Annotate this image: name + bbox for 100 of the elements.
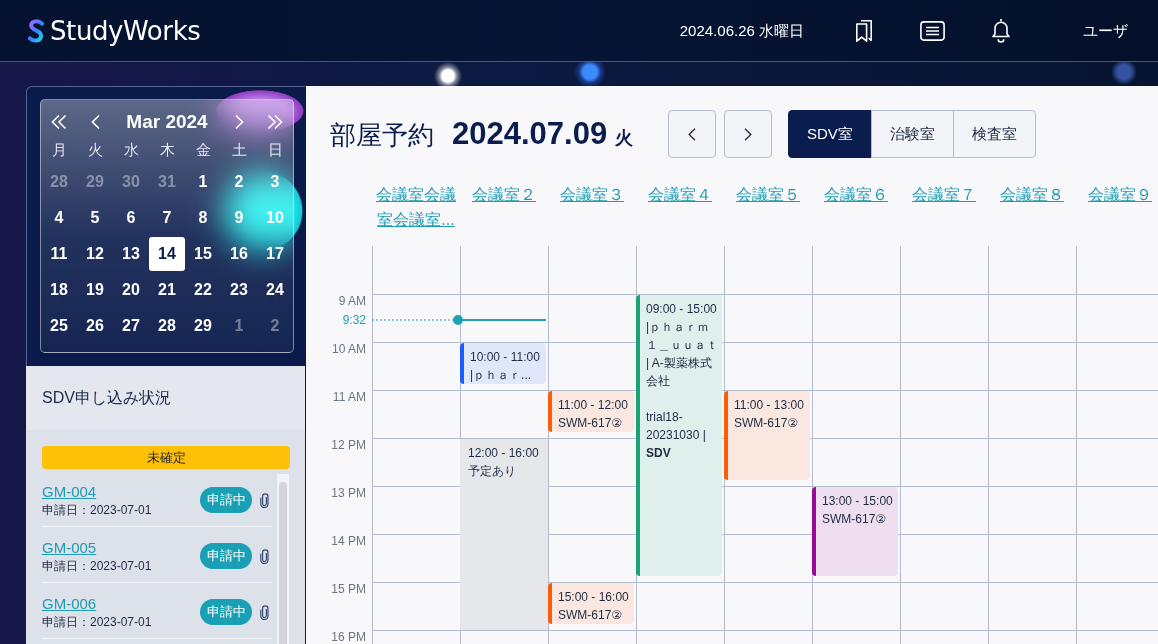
double-chevron-right-icon bbox=[267, 114, 283, 130]
event-time: 11:00 - 12:00 bbox=[558, 397, 628, 414]
hour-label: 10 AM bbox=[331, 343, 366, 355]
event-detail: SWM-617② bbox=[558, 415, 623, 432]
calendar-day[interactable]: 26 bbox=[77, 309, 113, 343]
message-icon bbox=[920, 20, 945, 41]
calendar-day[interactable]: 5 bbox=[77, 201, 113, 235]
bell-icon bbox=[990, 18, 1012, 43]
event-time: 13:00 - 15:00 bbox=[822, 493, 893, 510]
weekday-label: 水 bbox=[123, 140, 139, 160]
message-button[interactable] bbox=[920, 20, 945, 41]
event-detail: SWM-617② bbox=[558, 607, 623, 624]
busy-block[interactable]: 12:00 - 16:00 予定あり bbox=[460, 439, 548, 630]
status-pill: 申請中 bbox=[200, 543, 252, 569]
current-time-label: 9:32 bbox=[342, 313, 366, 326]
calendar-day[interactable]: 14 bbox=[149, 237, 185, 271]
event-detail: 予定あり bbox=[468, 463, 516, 480]
calendar-day[interactable]: 18 bbox=[41, 273, 77, 307]
event-time: 09:00 - 15:00 bbox=[646, 301, 717, 318]
event-block[interactable]: 13:00 - 15:00 SWM-617② bbox=[812, 487, 898, 576]
calendar-day[interactable]: 29 bbox=[185, 309, 221, 343]
calendar-day[interactable]: 20 bbox=[113, 273, 149, 307]
hour-label: 14 PM bbox=[331, 535, 366, 547]
brand-name: StudyWorks bbox=[50, 15, 201, 46]
weekday-label: 月 bbox=[51, 140, 67, 160]
hour-label: 13 PM bbox=[331, 487, 366, 499]
calendar-day[interactable]: 24 bbox=[257, 273, 293, 307]
event-time: 11:00 - 13:00 bbox=[734, 397, 804, 414]
event-block[interactable]: 09:00 - 15:00 |ｐｈａｒｍ１＿ｕｕａｔ | A-製薬株式会社 trial18-20231030 | SDV bbox=[636, 295, 722, 576]
calendar-day[interactable]: 23 bbox=[221, 273, 257, 307]
chevron-right-icon bbox=[744, 127, 752, 141]
paperclip-icon[interactable] bbox=[260, 548, 269, 564]
calendar-day[interactable]: 15 bbox=[185, 237, 221, 271]
weekday-label: 火 bbox=[87, 140, 103, 160]
schedule-weekday: 火 bbox=[615, 126, 634, 150]
event-detail: SWM-617② bbox=[822, 511, 887, 528]
user-menu[interactable]: ユーザ bbox=[1083, 21, 1128, 40]
calendar-day[interactable]: 28 bbox=[149, 309, 185, 343]
calendar-day[interactable]: 11 bbox=[41, 237, 77, 271]
application-date: 申請日：2023-07-01 bbox=[42, 615, 152, 629]
calendar-day[interactable]: 8 bbox=[185, 201, 221, 235]
hour-label: 12 PM bbox=[331, 439, 366, 451]
calendar-day[interactable]: 1 bbox=[221, 309, 257, 343]
calendar-day[interactable]: 4 bbox=[41, 201, 77, 235]
notification-button[interactable] bbox=[990, 18, 1012, 43]
page-title: 部屋予約 bbox=[330, 118, 434, 152]
room-type-tab[interactable]: 治験室 bbox=[870, 110, 954, 158]
paperclip-icon[interactable] bbox=[260, 492, 269, 508]
month-title: Mar 2024 bbox=[126, 110, 208, 134]
room-type-tab[interactable]: 検査室 bbox=[952, 110, 1036, 158]
event-time: 10:00 - 11:00 bbox=[470, 349, 540, 366]
bookmarks-icon bbox=[855, 18, 873, 43]
chevron-right-icon bbox=[234, 114, 244, 130]
event-block[interactable]: 15:00 - 16:00 SWM-617② bbox=[548, 583, 634, 624]
group-badge: 未確定 bbox=[42, 446, 290, 469]
calendar-day[interactable]: 13 bbox=[113, 237, 149, 271]
weekday-label: 日 bbox=[267, 140, 283, 160]
hour-label: 11 AM bbox=[332, 391, 366, 403]
bookmarks-button[interactable] bbox=[855, 18, 873, 43]
calendar-day[interactable]: 2 bbox=[257, 309, 293, 343]
application-date: 申請日：2023-07-01 bbox=[42, 503, 152, 517]
calendar-day[interactable]: 27 bbox=[113, 309, 149, 343]
chevron-left-icon bbox=[688, 127, 696, 141]
scrollbar[interactable] bbox=[277, 474, 289, 644]
calendar-day[interactable]: 2 bbox=[221, 165, 257, 199]
room-type-tab[interactable]: SDV室 bbox=[788, 110, 872, 158]
paperclip-icon[interactable] bbox=[260, 604, 269, 620]
calendar-day[interactable]: 6 bbox=[113, 201, 149, 235]
weekday-label: 金 bbox=[195, 140, 211, 160]
hour-label: 9 AM bbox=[338, 295, 366, 307]
hour-label: 16 PM bbox=[331, 631, 366, 643]
calendar-day[interactable]: 19 bbox=[77, 273, 113, 307]
calendar-day[interactable]: 25 bbox=[41, 309, 77, 343]
calendar-day[interactable]: 21 bbox=[149, 273, 185, 307]
weekday-label: 木 bbox=[159, 140, 175, 160]
calendar-day[interactable]: 12 bbox=[77, 237, 113, 271]
event-detail: |ｐｈａｒ... bbox=[470, 367, 532, 384]
event-detail: trial18-20231030 | SDV bbox=[646, 409, 707, 462]
weekday-label: 土 bbox=[231, 140, 247, 160]
event-block[interactable]: 11:00 - 13:00 SWM-617② bbox=[724, 391, 810, 480]
status-pill: 申請中 bbox=[200, 599, 252, 625]
calendar-day[interactable]: 1 bbox=[185, 165, 221, 199]
logo-mark-icon bbox=[27, 18, 45, 43]
event-block[interactable]: 10:00 - 11:00 |ｐｈａｒ... bbox=[460, 343, 546, 384]
event-block[interactable]: 11:00 - 12:00 SWM-617② bbox=[548, 391, 634, 432]
current-date: 2024.06.26 水曜日 bbox=[679, 21, 804, 40]
event-time: 12:00 - 16:00 bbox=[468, 445, 539, 462]
schedule-date: 2024.07.09 bbox=[452, 116, 608, 151]
calendar-day[interactable]: 7 bbox=[149, 201, 185, 235]
double-chevron-left-icon bbox=[51, 114, 67, 130]
calendar-day[interactable]: 16 bbox=[221, 237, 257, 271]
event-detail: SWM-617② bbox=[734, 415, 799, 432]
hour-label: 15 PM bbox=[331, 583, 366, 595]
application-date: 申請日：2023-07-01 bbox=[42, 559, 152, 573]
calendar-day[interactable]: 17 bbox=[257, 237, 293, 271]
calendar-day[interactable]: 22 bbox=[185, 273, 221, 307]
section-title: SDV申し込み状況 bbox=[42, 388, 171, 408]
event-detail: |ｐｈａｒｍ１＿ｕｕａｔ | A-製薬株式会社 bbox=[646, 319, 719, 390]
event-time: 15:00 - 16:00 bbox=[558, 589, 629, 606]
status-pill: 申請中 bbox=[200, 487, 252, 513]
